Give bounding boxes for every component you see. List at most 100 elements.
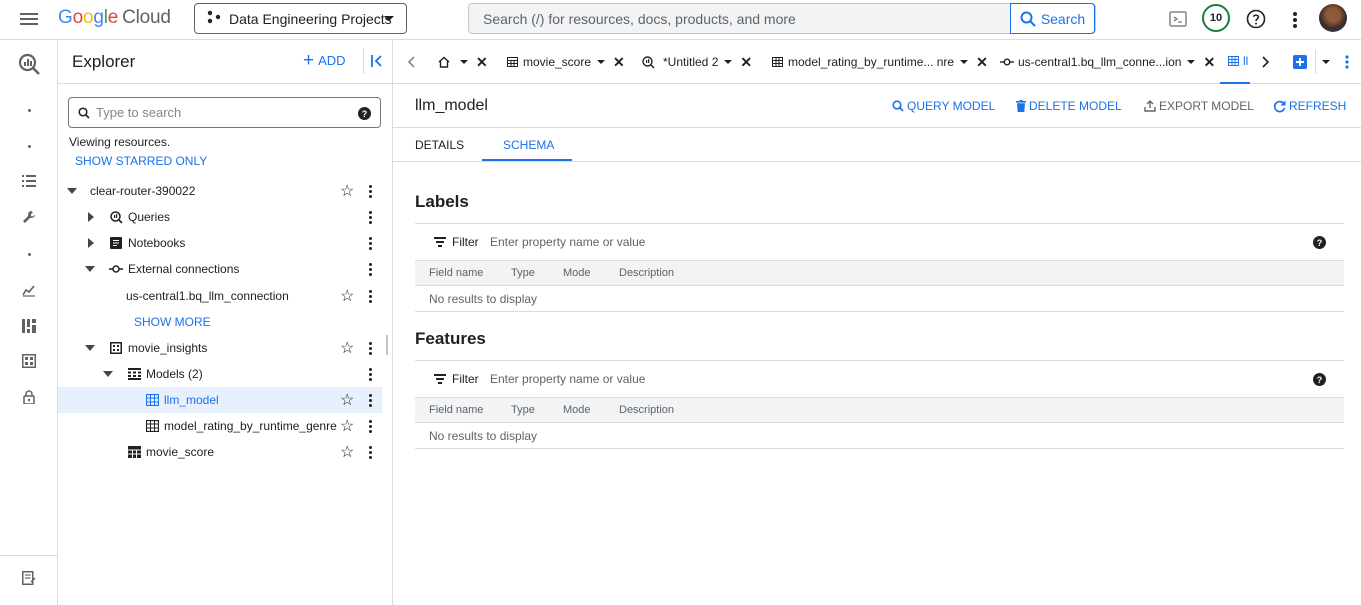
tab-llm-model[interactable]: ll [1220, 40, 1250, 84]
more-vert-icon[interactable] [369, 367, 373, 381]
query-model-button[interactable]: QUERY MODEL [892, 99, 995, 113]
tree-item-notebooks[interactable]: Notebooks [58, 230, 382, 256]
tab-llm-connection[interactable]: us-central1.bq_llm_conne...ion ✕ [1000, 40, 1215, 84]
avatar[interactable] [1319, 4, 1347, 32]
expand-icon[interactable] [88, 238, 94, 248]
chevron-down-icon[interactable] [460, 60, 468, 64]
close-icon[interactable]: ✕ [976, 54, 988, 71]
star-icon[interactable]: ☆ [340, 390, 354, 410]
tabs-more-icon[interactable] [1345, 40, 1349, 84]
nav-dot-icon[interactable] [20, 101, 38, 119]
tab-home[interactable]: ✕ [438, 40, 488, 84]
column-type[interactable]: Type [511, 267, 535, 279]
add-button[interactable]: + ADD [303, 51, 346, 70]
chevron-down-icon[interactable] [1187, 60, 1196, 64]
tab-untitled-2[interactable]: *Untitled 2 ✕ [642, 40, 752, 84]
new-tab-menu-icon[interactable] [1315, 50, 1330, 74]
tab-schema[interactable]: SCHEMA [503, 138, 554, 152]
show-starred-only-link[interactable]: SHOW STARRED ONLY [75, 154, 207, 168]
cloud-shell-icon[interactable] [1169, 10, 1187, 33]
tree-item-connection[interactable]: us-central1.bq_llm_connection ☆ [58, 283, 382, 309]
dashboard-icon[interactable] [20, 317, 38, 335]
chevron-down-icon[interactable] [724, 60, 733, 64]
tree-item-queries[interactable]: Queries [58, 204, 382, 230]
column-field-name[interactable]: Field name [429, 267, 483, 279]
star-icon[interactable]: ☆ [340, 338, 354, 358]
tree-item-dataset[interactable]: movie_insights ☆ [58, 335, 382, 361]
refresh-button[interactable]: REFRESH [1273, 99, 1346, 113]
more-vert-icon[interactable] [369, 419, 373, 433]
show-more-link[interactable]: SHOW MORE [134, 315, 211, 329]
tab-movie-score[interactable]: movie_score ✕ [507, 40, 625, 84]
column-description[interactable]: Description [619, 267, 674, 279]
explorer-search-input[interactable] [69, 98, 329, 127]
delete-model-button[interactable]: DELETE MODEL [1016, 99, 1122, 113]
labels-filter-input[interactable]: Enter property name or value [490, 235, 645, 249]
nav-dot-icon[interactable] [20, 245, 38, 263]
export-model-button[interactable]: EXPORT MODEL [1144, 99, 1254, 113]
chevron-down-icon[interactable] [597, 60, 606, 64]
more-vert-icon[interactable] [369, 445, 373, 459]
column-description[interactable]: Description [619, 404, 674, 416]
column-field-name[interactable]: Field name [429, 404, 483, 416]
expand-icon[interactable] [85, 345, 95, 351]
more-vert-icon[interactable] [1292, 11, 1298, 34]
google-cloud-logo[interactable]: Google Cloud [58, 7, 171, 29]
star-icon[interactable]: ☆ [340, 442, 354, 462]
more-vert-icon[interactable] [369, 184, 373, 198]
panel-resize-handle[interactable] [386, 335, 388, 355]
close-icon[interactable]: ✕ [740, 54, 752, 71]
column-mode[interactable]: Mode [563, 404, 591, 416]
tree-item-llm-model[interactable]: llm_model ☆ [58, 387, 382, 413]
features-filter-input[interactable]: Enter property name or value [490, 372, 645, 386]
global-search-input[interactable] [469, 4, 1009, 33]
tabs-scroll-left-icon[interactable] [407, 40, 415, 84]
more-vert-icon[interactable] [369, 341, 373, 355]
lock-icon[interactable] [20, 388, 38, 406]
tab-details[interactable]: DETAILS [415, 138, 464, 152]
column-mode[interactable]: Mode [563, 267, 591, 279]
expand-icon[interactable] [67, 188, 77, 194]
more-vert-icon[interactable] [369, 210, 373, 224]
tree-item-model-rating[interactable]: model_rating_by_runtime_genre ☆ [58, 413, 382, 439]
tab-model-rating[interactable]: model_rating_by_runtime... nre ✕ [772, 40, 988, 84]
wrench-icon[interactable] [20, 208, 38, 226]
column-type[interactable]: Type [511, 404, 535, 416]
main-menu-icon[interactable] [20, 10, 40, 30]
help-icon[interactable]: ? [1313, 373, 1326, 386]
star-icon[interactable]: ☆ [340, 416, 354, 436]
collapse-panel-icon[interactable] [363, 48, 389, 74]
more-vert-icon[interactable] [369, 262, 373, 276]
tree-item-project[interactable]: clear-router-390022 ☆ [58, 178, 382, 204]
chevron-down-icon[interactable] [960, 60, 969, 64]
tabs-scroll-right-icon[interactable] [1262, 40, 1270, 84]
help-icon[interactable] [1246, 9, 1266, 34]
more-vert-icon[interactable] [369, 289, 373, 303]
analytics-icon[interactable] [20, 281, 38, 299]
help-icon[interactable]: ? [1313, 236, 1326, 249]
more-vert-icon[interactable] [369, 393, 373, 407]
project-picker[interactable]: Data Engineering Projects [194, 3, 407, 34]
close-icon[interactable]: ✕ [1203, 54, 1215, 71]
new-tab-button[interactable] [1293, 40, 1307, 84]
tree-item-movie-score[interactable]: movie_score ☆ [58, 439, 382, 465]
tree-item-models[interactable]: Models (2) [58, 361, 382, 387]
star-icon[interactable]: ☆ [340, 286, 354, 306]
filter-icon[interactable] [433, 237, 447, 249]
filter-icon[interactable] [433, 374, 447, 386]
nav-dot-icon[interactable] [20, 137, 38, 155]
search-button[interactable]: Search [1010, 3, 1095, 34]
expand-icon[interactable] [85, 266, 95, 272]
table-view-icon[interactable] [20, 352, 38, 370]
expand-icon[interactable] [88, 212, 94, 222]
bigquery-icon[interactable] [17, 52, 41, 76]
release-notes-icon[interactable] [20, 569, 38, 587]
expand-icon[interactable] [103, 371, 113, 377]
more-vert-icon[interactable] [369, 236, 373, 250]
close-icon[interactable]: ✕ [476, 54, 488, 71]
star-icon[interactable]: ☆ [340, 181, 354, 201]
notifications-badge[interactable]: 10 [1202, 4, 1230, 32]
close-icon[interactable]: ✕ [613, 54, 625, 71]
help-icon[interactable]: ? [358, 107, 371, 120]
tree-item-external-connections[interactable]: External connections [58, 256, 382, 282]
